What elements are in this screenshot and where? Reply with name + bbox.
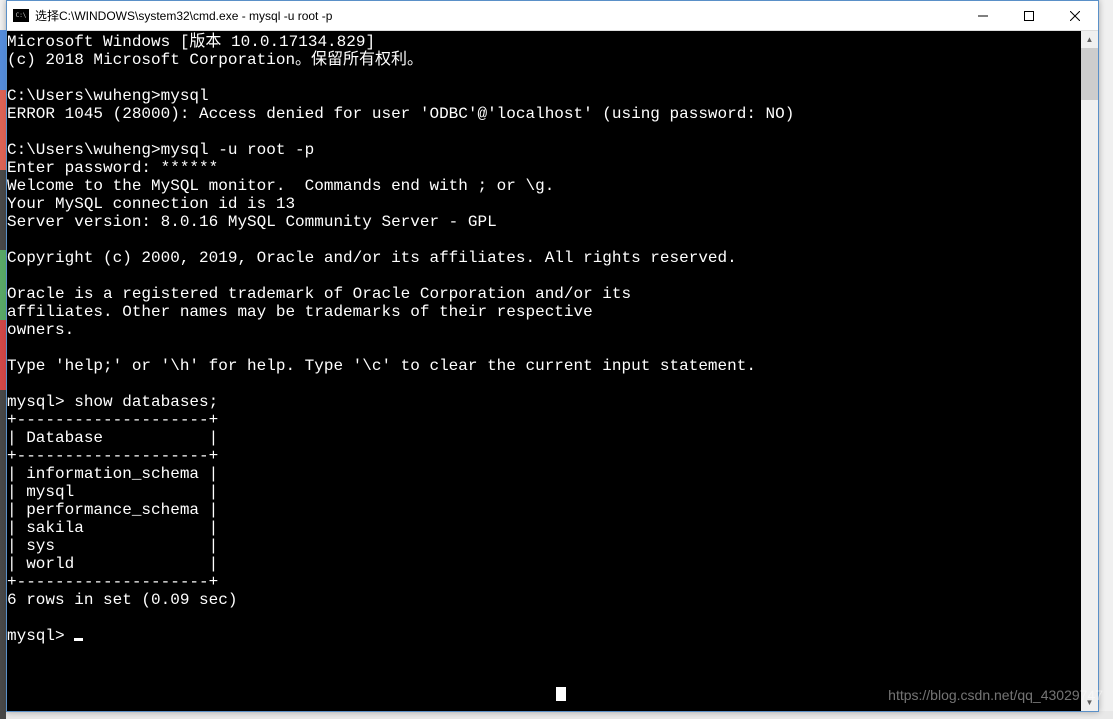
console-output[interactable]: Microsoft Windows [版本 10.0.17134.829] (c… (7, 31, 1098, 711)
close-icon (1070, 11, 1080, 21)
maximize-icon (1024, 11, 1034, 21)
cmd-icon (13, 9, 29, 22)
close-button[interactable] (1052, 1, 1098, 30)
vertical-scrollbar[interactable]: ▲ ▼ (1081, 31, 1098, 711)
background-occlusion-left (0, 30, 6, 719)
minimize-button[interactable] (960, 1, 1006, 30)
minimize-icon (978, 11, 988, 21)
scroll-up-button[interactable]: ▲ (1081, 31, 1098, 48)
cmd-window: 选择C:\WINDOWS\system32\cmd.exe - mysql -u… (6, 0, 1099, 712)
watermark-text: https://blog.csdn.net/qq_43029747 (888, 687, 1103, 703)
window-controls (960, 1, 1098, 30)
window-title: 选择C:\WINDOWS\system32\cmd.exe - mysql -u… (35, 7, 960, 24)
titlebar[interactable]: 选择C:\WINDOWS\system32\cmd.exe - mysql -u… (7, 1, 1098, 31)
scroll-track[interactable] (1081, 48, 1098, 694)
selection-cursor-artifact (556, 687, 566, 701)
background-strip-bottom (0, 711, 1113, 719)
scroll-thumb[interactable] (1081, 48, 1098, 100)
text-cursor (74, 638, 83, 641)
maximize-button[interactable] (1006, 1, 1052, 30)
